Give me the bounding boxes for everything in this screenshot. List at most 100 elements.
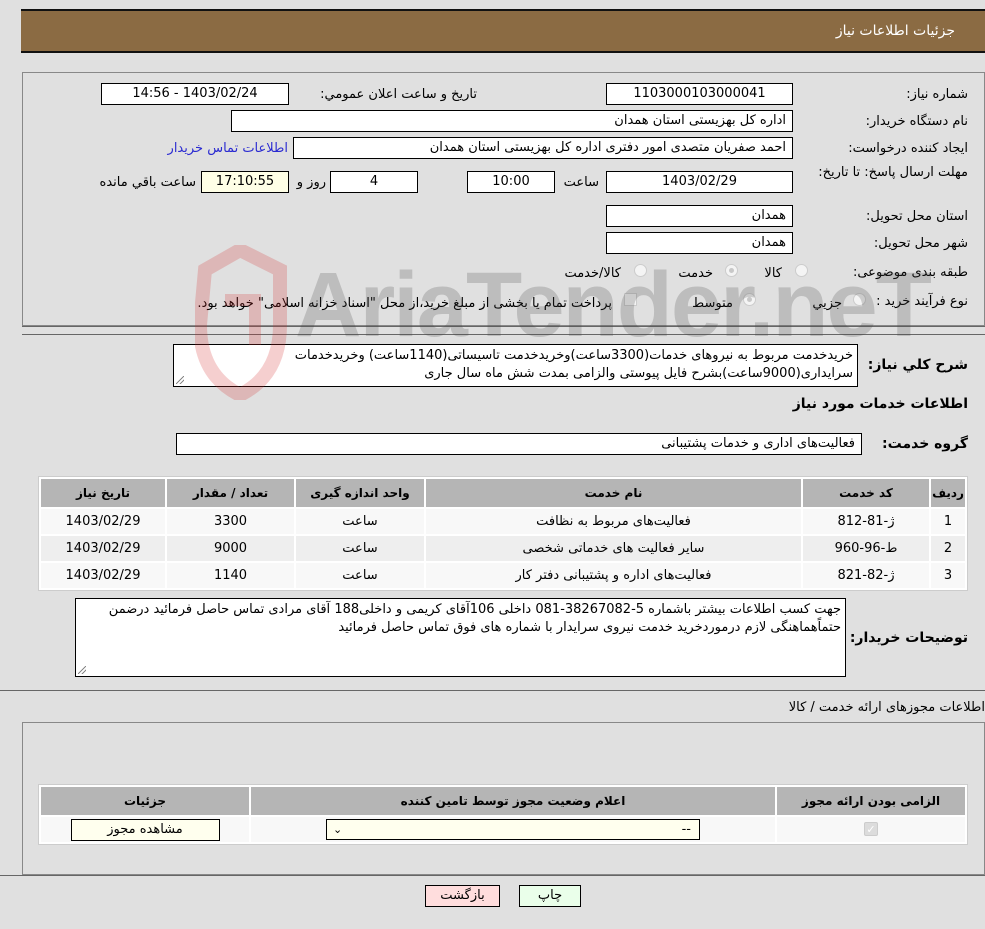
cell-quantity: 3300	[167, 509, 294, 534]
category-option-service: خدمت	[678, 266, 713, 281]
cell-row-number: 2	[931, 536, 965, 561]
view-permit-button[interactable]: مشاهده مجوز	[70, 818, 220, 841]
table-row: ✓ -- ⌄ مشاهده مجوز	[41, 817, 965, 842]
buyer-notes-label: توضيحات خريدار:	[849, 630, 968, 646]
col-quantity: تعداد / مقدار	[167, 479, 294, 507]
requester-field[interactable]: احمد صفریان متصدی امور دفتری اداره کل به…	[293, 137, 793, 159]
buyer-notes-text: جهت کسب اطلاعات بیشتر باشماره 5-38267082…	[108, 602, 841, 635]
cell-need-date: 1403/02/29	[41, 509, 165, 534]
announce-datetime-field[interactable]: 1403/02/24 - 14:56	[101, 83, 289, 105]
col-permit-details: جزئیات	[41, 787, 249, 815]
divider	[0, 690, 985, 691]
services-section-title: اطلاعات خدمات مورد نياز	[792, 396, 968, 412]
service-group-field[interactable]: فعالیت‌های اداری و خدمات پشتیبانی	[176, 433, 862, 455]
province-field[interactable]: همدان	[606, 205, 793, 227]
services-table-wrap: رديف کد خدمت نام خدمت واحد اندازه گيری ت…	[38, 476, 968, 591]
service-group-label: گروه خدمت:	[882, 436, 968, 452]
deadline-time-label: ساعت	[563, 175, 599, 190]
divider	[22, 326, 985, 327]
col-permit-required: الزامی بودن ارائه مجوز	[777, 787, 965, 815]
requester-label: ايجاد کننده درخواست:	[848, 141, 968, 156]
deadline-label: مهلت ارسال پاسخ: تا تاریخ:	[818, 165, 968, 180]
purchase-radio-medium[interactable]	[743, 293, 756, 306]
col-row-number: رديف	[931, 479, 965, 507]
deadline-date-field[interactable]: 1403/02/29	[606, 171, 793, 193]
city-label: شهر محل تحويل:	[873, 236, 968, 251]
days-label: روز و	[296, 175, 326, 190]
remaining-time-label: ساعت باقي مانده	[99, 175, 196, 190]
cell-service-code: ژ-82-821	[803, 563, 929, 588]
need-number-label: شماره نیاز:	[906, 87, 968, 102]
cell-permit-details: مشاهده مجوز	[41, 817, 249, 842]
treasury-checkbox[interactable]	[624, 293, 637, 306]
permits-table: الزامی بودن ارائه مجوز اعلام وضعیت مجوز …	[39, 785, 967, 844]
need-number-field[interactable]: 1103000103000041	[606, 83, 793, 105]
resize-grip-icon[interactable]	[176, 376, 184, 384]
resize-grip-icon[interactable]	[78, 666, 86, 674]
col-need-date: تاريخ نياز	[41, 479, 165, 507]
remaining-time-field: 17:10:55	[201, 171, 289, 193]
category-option-goods: کالا	[764, 266, 782, 281]
city-field[interactable]: همدان	[606, 232, 793, 254]
services-table: رديف کد خدمت نام خدمت واحد اندازه گيری ت…	[39, 477, 967, 590]
cell-unit: ساعت	[296, 563, 424, 588]
cell-service-name: فعالیت‌های اداره و پشتیبانی دفتر کار	[426, 563, 801, 588]
permits-section-title: اطلاعات مجوزهای ارائه خدمت / کالا	[788, 700, 985, 715]
chevron-down-icon: ⌄	[333, 823, 343, 836]
category-radio-service[interactable]	[725, 264, 738, 277]
description-text: خریدخدمت مربوط به نیروهای خدمات(3300ساعت…	[294, 348, 853, 381]
permit-status-select[interactable]: -- ⌄	[326, 819, 700, 840]
category-label: طبقه بندی موضوعی:	[852, 265, 968, 280]
description-label: شرح کلي نياز:	[867, 357, 968, 373]
col-service-name: نام خدمت	[426, 479, 801, 507]
permit-required-checkbox[interactable]: ✓	[864, 822, 878, 836]
purchase-radio-minor[interactable]	[853, 293, 866, 306]
page-header: جزئیات اطلاعات نیاز	[21, 9, 985, 53]
cell-service-code: ط-96-960	[803, 536, 929, 561]
cell-service-name: فعالیت‌های مربوط به نظافت	[426, 509, 801, 534]
cell-service-name: سایر فعالیت های خدماتی شخصی	[426, 536, 801, 561]
col-unit: واحد اندازه گيری	[296, 479, 424, 507]
category-radio-goods[interactable]	[795, 264, 808, 277]
category-radio-goods-service[interactable]	[634, 264, 647, 277]
cell-quantity: 9000	[167, 536, 294, 561]
buyer-org-field[interactable]: اداره کل بهزیستی استان همدان	[231, 110, 793, 132]
divider	[22, 334, 985, 335]
cell-unit: ساعت	[296, 509, 424, 534]
description-textarea[interactable]: خریدخدمت مربوط به نیروهای خدمات(3300ساعت…	[173, 344, 858, 387]
buyer-notes-textarea[interactable]: جهت کسب اطلاعات بیشتر باشماره 5-38267082…	[75, 598, 846, 677]
cell-need-date: 1403/02/29	[41, 563, 165, 588]
purchase-type-label: نوع فرآيند خريد :	[876, 294, 968, 309]
buyer-org-label: نام دستگاه خريدار:	[865, 114, 968, 129]
cell-permit-required: ✓	[777, 817, 965, 842]
services-table-header: رديف کد خدمت نام خدمت واحد اندازه گيری ت…	[41, 479, 965, 507]
purchase-option-medium: متوسط	[692, 296, 733, 311]
deadline-time-field[interactable]: 10:00	[467, 171, 555, 193]
table-row: 3 ژ-82-821 فعالیت‌های اداره و پشتیبانی د…	[41, 563, 965, 588]
cell-quantity: 1140	[167, 563, 294, 588]
back-button[interactable]: بازگشت	[425, 885, 500, 907]
cell-row-number: 1	[931, 509, 965, 534]
page-title: جزئیات اطلاعات نیاز	[835, 23, 955, 39]
table-row: 1 ژ-81-812 فعالیت‌های مربوط به نظافت ساع…	[41, 509, 965, 534]
cell-need-date: 1403/02/29	[41, 536, 165, 561]
cell-service-code: ژ-81-812	[803, 509, 929, 534]
cell-permit-status: -- ⌄	[251, 817, 775, 842]
remaining-days-field[interactable]: 4	[330, 171, 418, 193]
announce-datetime-label: تاریخ و ساعت اعلان عمومي:	[320, 87, 477, 102]
category-option-goods-service: کالا/خدمت	[564, 266, 621, 281]
divider	[0, 875, 985, 876]
col-service-code: کد خدمت	[803, 479, 929, 507]
permit-status-value: --	[681, 822, 691, 837]
treasury-checkbox-label: پرداخت تمام یا بخشی از مبلغ خرید،از محل …	[197, 296, 612, 311]
permits-table-header: الزامی بودن ارائه مجوز اعلام وضعیت مجوز …	[41, 787, 965, 815]
buyer-contact-link[interactable]: اطلاعات تماس خريدار	[168, 141, 288, 156]
table-row: 2 ط-96-960 سایر فعالیت های خدماتی شخصی س…	[41, 536, 965, 561]
province-label: استان محل تحويل:	[866, 209, 968, 224]
permits-table-wrap: الزامی بودن ارائه مجوز اعلام وضعیت مجوز …	[38, 784, 968, 845]
print-button[interactable]: چاپ	[519, 885, 581, 907]
cell-unit: ساعت	[296, 536, 424, 561]
purchase-option-minor: جزيي	[812, 296, 842, 311]
col-permit-status: اعلام وضعیت مجوز توسط تامین کننده	[251, 787, 775, 815]
cell-row-number: 3	[931, 563, 965, 588]
